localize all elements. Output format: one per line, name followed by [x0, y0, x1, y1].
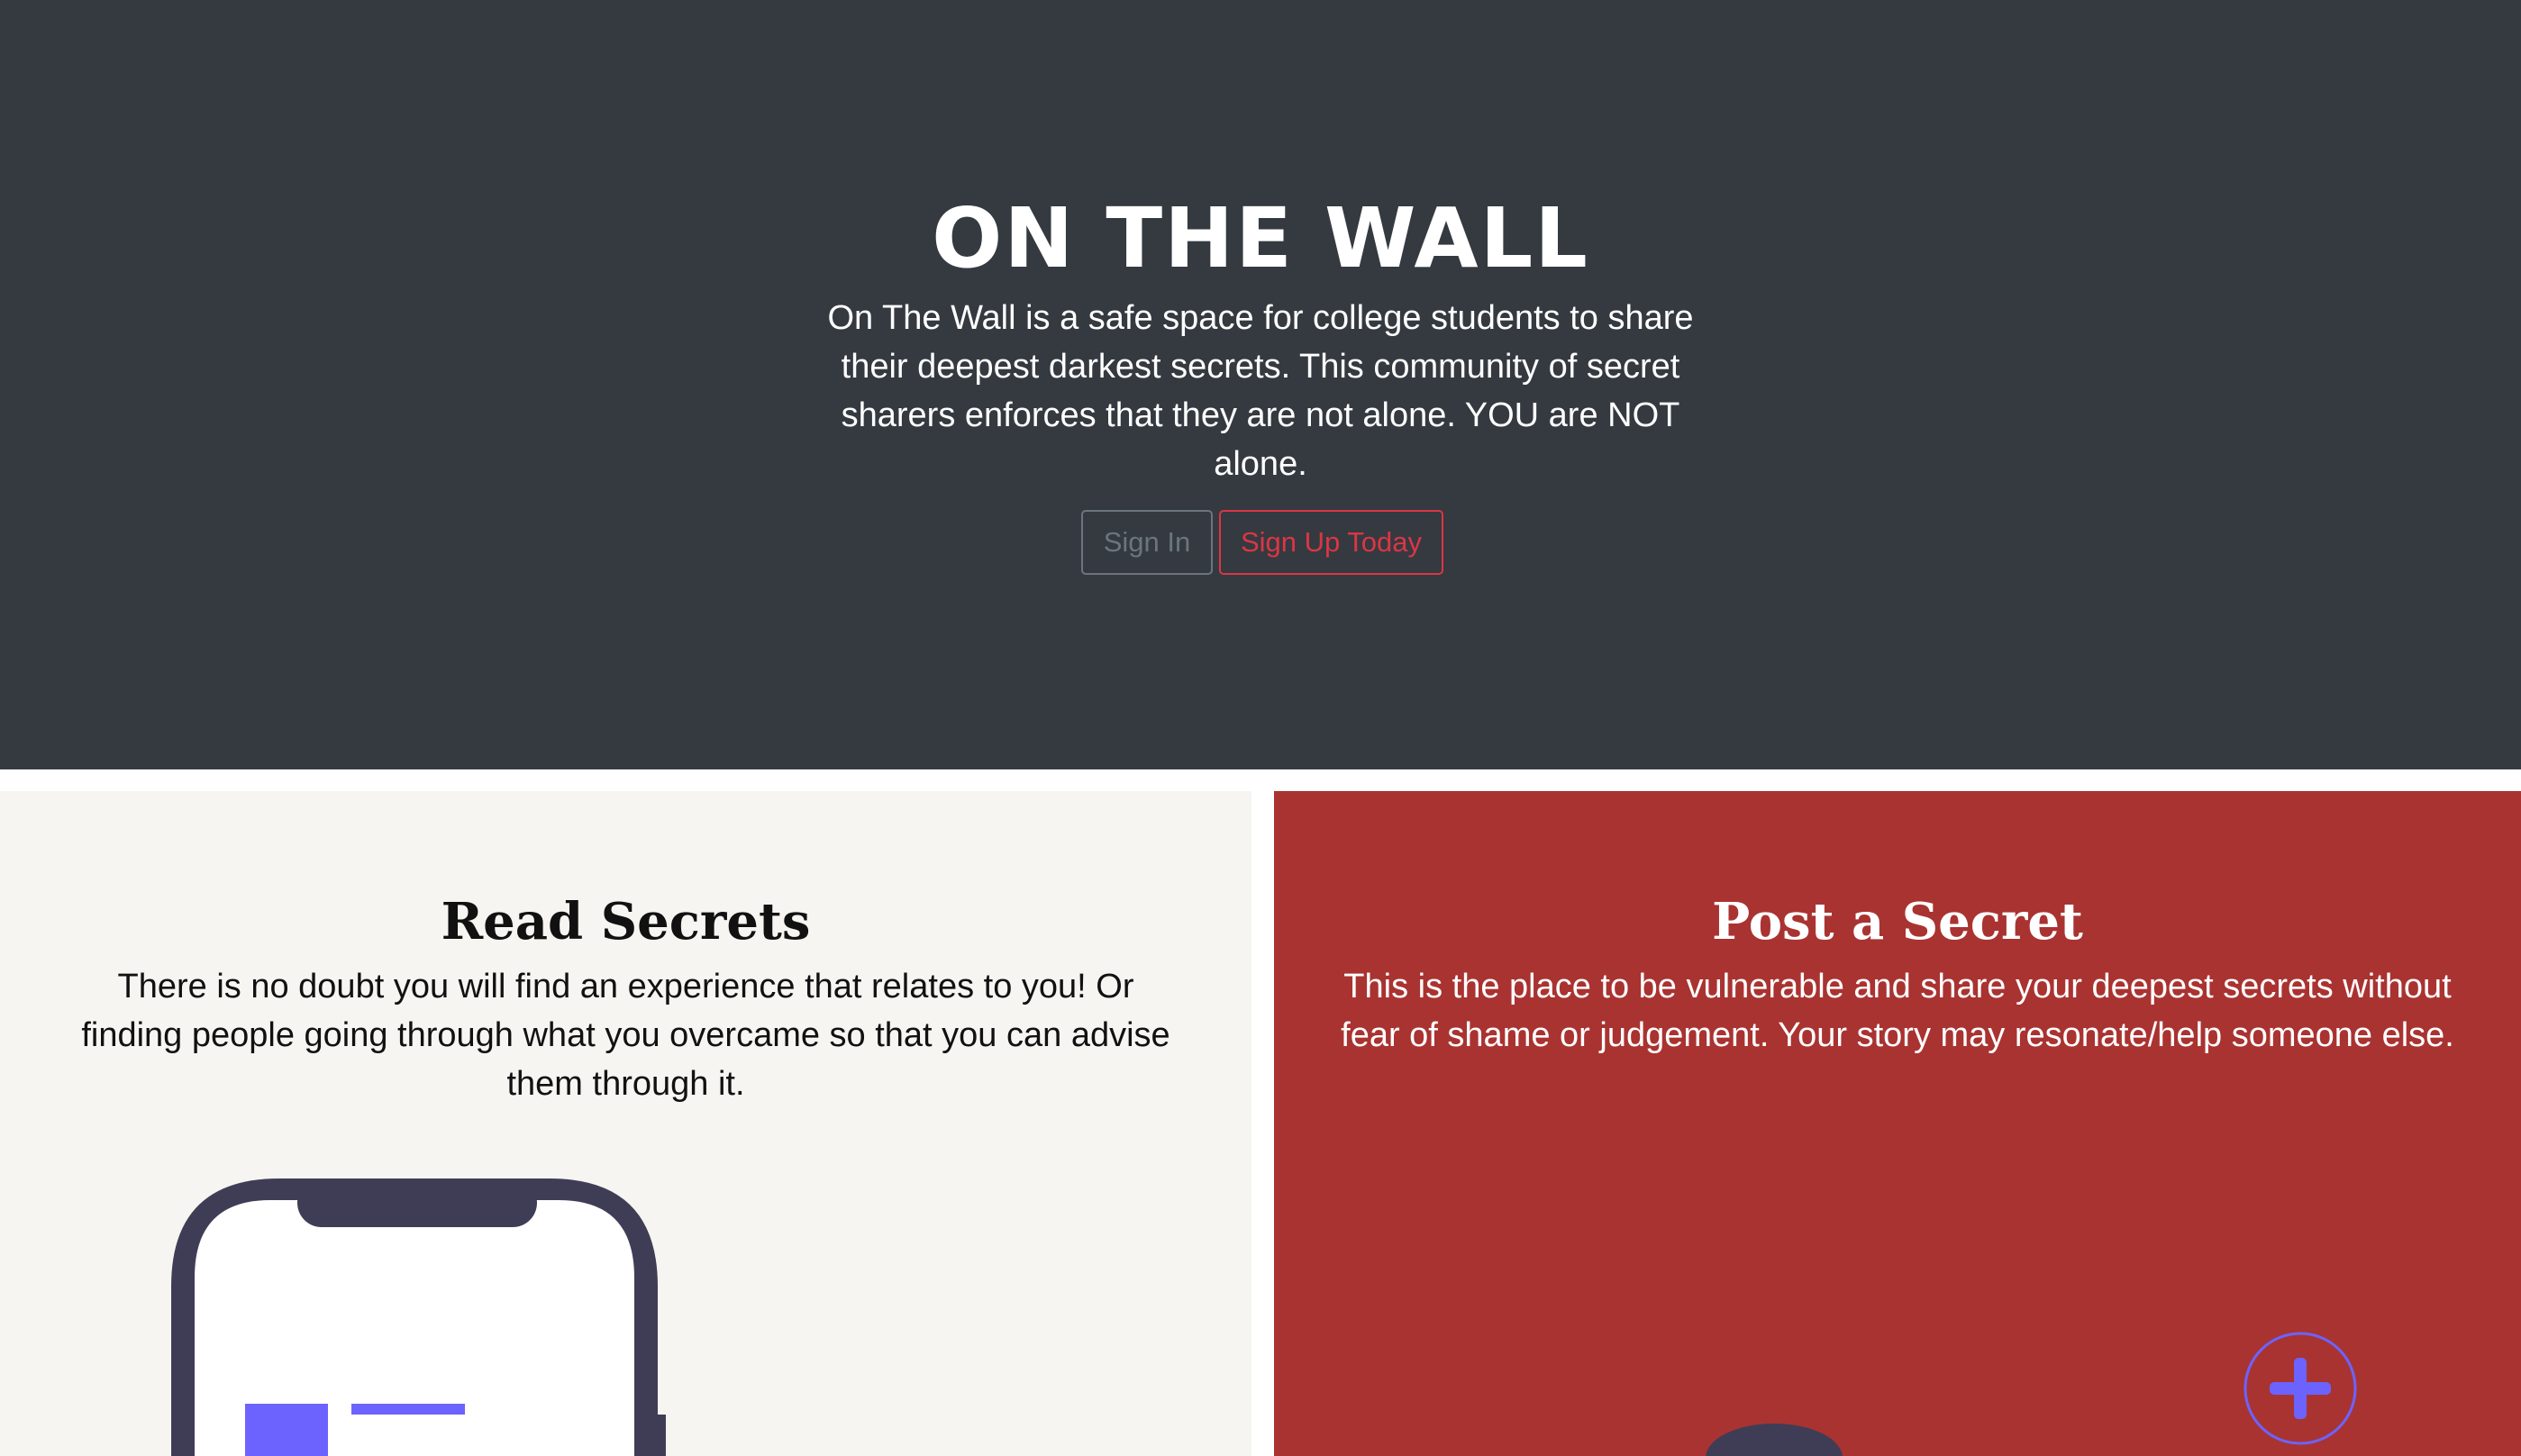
post-secret-panel[interactable]: Post a Secret This is the place to be vu…: [1274, 791, 2521, 1456]
plus-circle-icon[interactable]: [2242, 1330, 2359, 1447]
read-secrets-description: There is no doubt you will find an exper…: [81, 968, 1170, 1103]
read-secrets-title: Read Secrets: [441, 892, 811, 951]
hero-description: On The Wall is a safe space for college …: [827, 299, 1694, 483]
sign-up-button[interactable]: Sign Up Today: [1219, 510, 1443, 575]
post-secret-description: This is the place to be vulnerable and s…: [1341, 968, 2454, 1054]
read-secrets-panel[interactable]: Read Secrets There is no doubt you will …: [0, 791, 1251, 1456]
phone-illustration: [171, 1178, 666, 1456]
person-head-illustration: [1706, 1424, 1843, 1456]
site-title: ON THE WALL: [932, 190, 1589, 287]
post-secret-title: Post a Secret: [1712, 892, 2083, 951]
hero-section: ON THE WALL On The Wall is a safe space …: [0, 0, 2521, 769]
sign-in-button[interactable]: Sign In: [1081, 510, 1213, 575]
